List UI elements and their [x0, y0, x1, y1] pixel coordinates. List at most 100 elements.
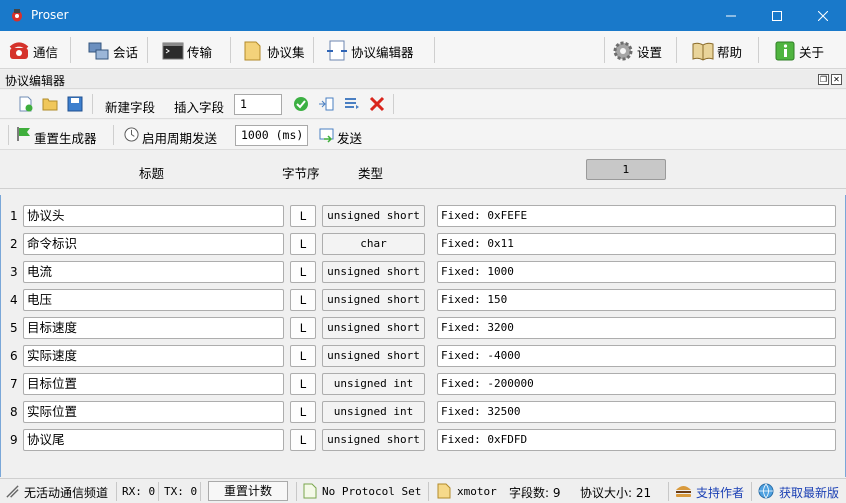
field-value-input[interactable]: Fixed: 0xFEFE: [437, 205, 836, 227]
type-button[interactable]: char: [322, 233, 425, 255]
reset-count-button[interactable]: 重置计数: [208, 481, 288, 501]
editor-icon: [327, 40, 347, 61]
panel-title: 协议编辑器: [5, 74, 66, 88]
field-value-input[interactable]: Fixed: 1000: [437, 261, 836, 283]
new-field-button[interactable]: 新建字段: [105, 97, 155, 116]
file-icon: [303, 483, 317, 499]
protocol-set-button[interactable]: 协议集: [242, 38, 305, 64]
endian-button[interactable]: L: [290, 233, 316, 255]
row-number: 3: [10, 265, 18, 279]
app-icon: [12, 9, 22, 22]
list-icon[interactable]: [344, 96, 360, 112]
row-number: 9: [10, 433, 18, 447]
settings-button[interactable]: 设置: [612, 38, 662, 64]
insert-index-input[interactable]: 1: [234, 94, 282, 115]
help-button[interactable]: 帮助: [692, 38, 742, 64]
column-index-button[interactable]: 1: [586, 159, 666, 180]
row-number: 8: [10, 405, 18, 419]
endian-button[interactable]: L: [290, 261, 316, 283]
split-icon[interactable]: [318, 96, 334, 112]
reset-generator-button[interactable]: 重置生成器: [34, 128, 97, 147]
field-value-input[interactable]: Fixed: 32500: [437, 401, 836, 423]
session-button[interactable]: 会话: [88, 38, 138, 64]
field-name-input[interactable]: 电压: [23, 289, 284, 311]
header-byte-order: 字节序: [282, 166, 320, 181]
get-latest-link[interactable]: 获取最新版: [779, 484, 839, 501]
close-button[interactable]: [800, 0, 846, 31]
delete-icon[interactable]: [369, 96, 385, 112]
new-file-icon[interactable]: [18, 96, 34, 112]
type-button[interactable]: unsigned int: [322, 373, 425, 395]
tx-counter: TX: 0: [164, 485, 198, 498]
channel-icon: [6, 485, 19, 498]
table-row: 6 实际速度 L unsigned short Fixed: -4000: [1, 344, 846, 368]
transfer-label: 传输: [187, 44, 213, 60]
table-row: 7 目标位置 L unsigned int Fixed: -200000: [1, 372, 846, 396]
editor-toolbar: 新建字段 插入字段 1: [0, 90, 846, 119]
support-author-link[interactable]: 支持作者: [696, 484, 744, 501]
endian-button[interactable]: L: [290, 373, 316, 395]
type-button[interactable]: unsigned short: [322, 345, 425, 367]
field-name-input[interactable]: 实际位置: [23, 401, 284, 423]
info-icon: [775, 41, 795, 61]
header-title: 标题: [139, 166, 165, 181]
endian-button[interactable]: L: [290, 401, 316, 423]
session-label: 会话: [113, 44, 139, 60]
field-name-input[interactable]: 目标速度: [23, 317, 284, 339]
panel-close-button[interactable]: ✕: [831, 74, 842, 85]
type-button[interactable]: unsigned int: [322, 401, 425, 423]
burger-icon: [676, 486, 691, 497]
maximize-button[interactable]: [754, 0, 800, 31]
endian-button[interactable]: L: [290, 289, 316, 311]
field-name-input[interactable]: 协议头: [23, 205, 284, 227]
field-value-input[interactable]: Fixed: 3200: [437, 317, 836, 339]
table-row: 1 协议头 L unsigned short Fixed: 0xFEFE: [1, 204, 846, 228]
close-icon: [818, 10, 828, 21]
row-number: 2: [10, 237, 18, 251]
type-button[interactable]: unsigned short: [322, 429, 425, 451]
type-button[interactable]: unsigned short: [322, 289, 425, 311]
check-icon[interactable]: [293, 96, 309, 112]
insert-field-button[interactable]: 插入字段: [174, 97, 224, 116]
endian-button[interactable]: L: [290, 317, 316, 339]
field-name-input[interactable]: 目标位置: [23, 373, 284, 395]
field-value-input[interactable]: Fixed: 150: [437, 289, 836, 311]
panel-titlebar: 协议编辑器 ❐ ✕: [0, 70, 846, 89]
minimize-button[interactable]: [708, 0, 754, 31]
panel-float-button[interactable]: ❐: [818, 74, 829, 85]
table-row: 8 实际位置 L unsigned int Fixed: 32500: [1, 400, 846, 424]
field-name-input[interactable]: 命令标识: [23, 233, 284, 255]
help-label: 帮助: [717, 44, 743, 60]
row-number: 5: [10, 321, 18, 335]
field-value-input[interactable]: Fixed: -200000: [437, 373, 836, 395]
send-button[interactable]: 发送: [337, 128, 362, 147]
protocol-editor-button[interactable]: 协议编辑器: [326, 38, 414, 64]
type-button[interactable]: unsigned short: [322, 261, 425, 283]
period-input[interactable]: 1000 (ms): [235, 125, 308, 146]
header-type: 类型: [358, 166, 384, 181]
field-name-input[interactable]: 协议尾: [23, 429, 284, 451]
field-value-input[interactable]: Fixed: 0x11: [437, 233, 836, 255]
enable-periodic-send[interactable]: 启用周期发送: [142, 128, 217, 147]
row-number: 1: [10, 209, 18, 223]
endian-button[interactable]: L: [290, 429, 316, 451]
status-bar: 无活动通信频道 RX: 0 TX: 0 重置计数 No Protocol Set…: [0, 478, 846, 503]
title-bar: Proser: [0, 0, 846, 31]
maximize-icon: [772, 10, 782, 21]
field-count: 字段数: 9: [509, 486, 561, 500]
endian-button[interactable]: L: [290, 205, 316, 227]
field-name-input[interactable]: 实际速度: [23, 345, 284, 367]
send-icon: [319, 128, 334, 143]
type-button[interactable]: unsigned short: [322, 205, 425, 227]
type-button[interactable]: unsigned short: [322, 317, 425, 339]
field-value-input[interactable]: Fixed: -4000: [437, 345, 836, 367]
transfer-button[interactable]: 传输: [162, 38, 212, 64]
row-number: 6: [10, 349, 18, 363]
endian-button[interactable]: L: [290, 345, 316, 367]
save-icon[interactable]: [67, 96, 83, 112]
open-folder-icon[interactable]: [42, 96, 58, 112]
field-value-input[interactable]: Fixed: 0xFDFD: [437, 429, 836, 451]
field-name-input[interactable]: 电流: [23, 261, 284, 283]
about-button[interactable]: 关于: [774, 38, 824, 64]
comm-button[interactable]: 通信: [8, 38, 58, 64]
